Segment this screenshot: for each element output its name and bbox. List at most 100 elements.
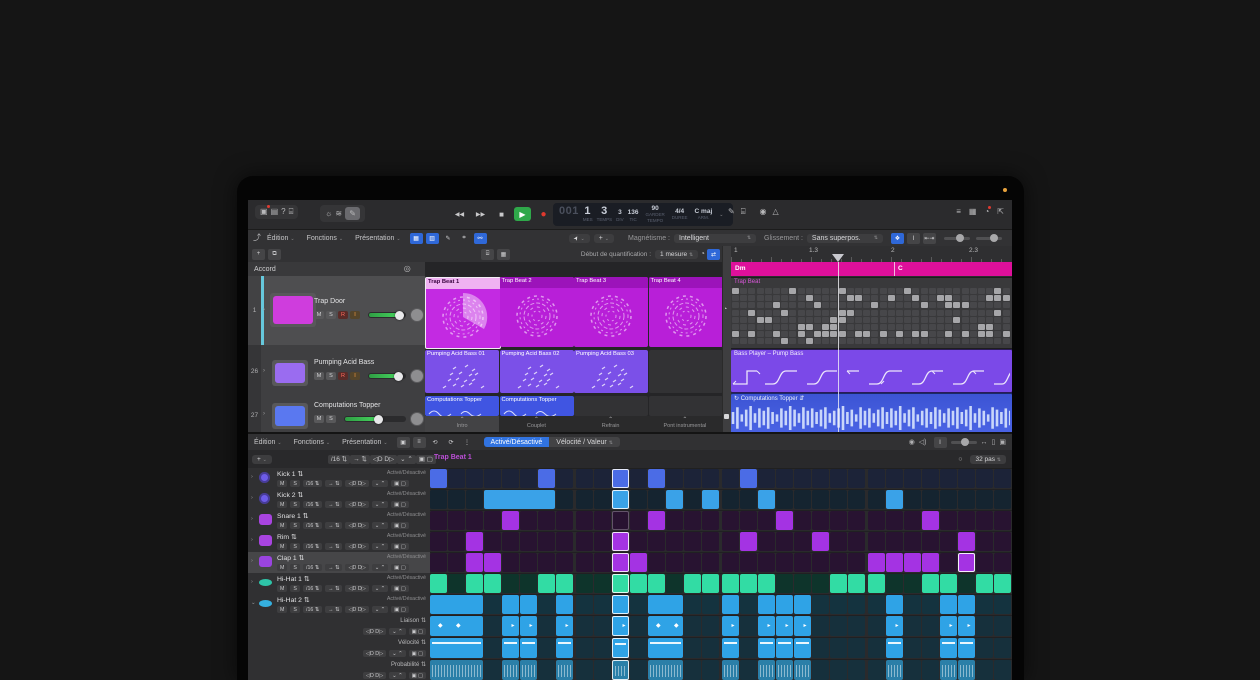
step-cell[interactable] <box>556 660 573 680</box>
step-cell[interactable] <box>520 595 537 614</box>
step-cell[interactable] <box>556 490 573 509</box>
step-cell[interactable] <box>740 595 757 614</box>
vertical-zoom-slider[interactable] <box>944 237 970 240</box>
step-cell[interactable] <box>794 490 811 509</box>
row-octave-chip[interactable]: ⌄ ⌃ <box>372 480 388 487</box>
step-cell[interactable] <box>794 532 811 551</box>
step-cell[interactable] <box>430 490 447 509</box>
loop-cell-3-2[interactable]: Computations Topper <box>500 396 574 416</box>
row-clear-chip[interactable]: ▣ ▢ <box>391 543 408 550</box>
step-cell[interactable]: ▸ <box>612 616 629 636</box>
loop-cell-1-3[interactable]: Trap Beat 3 <box>574 277 648 347</box>
more-options-icon[interactable]: ⋮ <box>461 437 474 448</box>
step-cell[interactable] <box>448 469 465 488</box>
step-cell[interactable] <box>666 469 683 488</box>
step-cell[interactable] <box>868 574 885 593</box>
scene-trigger-4[interactable]: ⌃Pont instrumental <box>648 416 722 432</box>
row-solo-button[interactable]: S <box>290 564 300 571</box>
step-cell[interactable] <box>776 469 793 488</box>
step-cell[interactable] <box>702 511 719 530</box>
step-cell[interactable] <box>776 553 793 572</box>
seq-row-header[interactable]: Probabilité ⇅◁D D▷⌄ ⌃▣ ▢ <box>248 659 430 680</box>
row-octave-chip[interactable]: ⌄ ⌃ <box>372 501 388 508</box>
step-cell[interactable] <box>612 511 629 530</box>
rotate-right-icon[interactable]: ⟳ <box>445 437 458 448</box>
step-cell[interactable] <box>702 490 719 509</box>
forward-button[interactable]: ▶▶ <box>472 207 489 221</box>
loop-cell-2-3[interactable]: Pumping Acid Bass 03 <box>574 350 648 393</box>
step-cell[interactable] <box>976 660 993 680</box>
row-rate-chip[interactable]: /16 ⇅ <box>303 501 322 508</box>
step-cell[interactable] <box>958 574 975 593</box>
step-cell[interactable] <box>648 595 683 614</box>
seq-row-header[interactable]: ›Snare 1 ⇅Activé/DésactivéMS/16 ⇅→ ⇅◁D D… <box>248 510 430 531</box>
step-cell[interactable] <box>430 553 447 572</box>
step-cell[interactable] <box>812 532 829 551</box>
step-cell[interactable] <box>576 660 593 680</box>
step-cell[interactable] <box>466 490 483 509</box>
step-cell[interactable] <box>794 574 811 593</box>
solo-button[interactable]: S <box>326 311 336 319</box>
row-mute-button[interactable]: M <box>277 522 287 529</box>
subrow-control-chip[interactable]: ▣ ▢ <box>409 650 426 657</box>
step-cell[interactable] <box>594 638 611 658</box>
step-cell[interactable] <box>484 595 501 614</box>
step-cell[interactable] <box>886 532 903 551</box>
display-icon[interactable]: ▤ <box>271 207 279 217</box>
step-cell[interactable] <box>904 574 921 593</box>
chord-strip[interactable]: Dm C <box>731 262 1012 276</box>
track-header-2[interactable]: 26›Pumping Acid BassMSRI <box>248 345 425 399</box>
step-cell[interactable]: ▸ <box>940 616 957 636</box>
row-mute-button[interactable]: M <box>277 480 287 487</box>
step-cell[interactable] <box>594 616 611 636</box>
subrow-control-chip[interactable]: ⌄ ⌃ <box>389 628 405 635</box>
scene-trigger-2[interactable]: ⌃Couplet <box>499 416 573 432</box>
row-solo-button[interactable]: S <box>290 543 300 550</box>
row-direction-chip[interactable]: → ⇅ <box>325 522 342 529</box>
row-shift-chip[interactable]: ◁D D▷ <box>345 564 368 571</box>
row-clear-chip[interactable]: ▣ ▢ <box>391 501 408 508</box>
track-disclosure-icon[interactable]: › <box>263 368 265 374</box>
step-cell[interactable] <box>794 595 811 614</box>
step-cell[interactable] <box>794 660 811 680</box>
subrow-control-chip[interactable]: ◁D D▷ <box>363 650 386 657</box>
step-cell[interactable] <box>466 469 483 488</box>
step-cell[interactable] <box>886 638 903 658</box>
step-cell[interactable] <box>556 595 573 614</box>
pan-knob[interactable] <box>410 412 424 426</box>
step-cell[interactable] <box>576 616 593 636</box>
step-cell[interactable] <box>976 553 993 572</box>
step-cell[interactable] <box>758 490 775 509</box>
row-rate-chip[interactable]: /16 ⇅ <box>303 480 322 487</box>
step-cell[interactable] <box>776 660 793 680</box>
step-cell[interactable] <box>958 490 975 509</box>
step-cell[interactable] <box>538 574 555 593</box>
glissement-select[interactable]: Sans superpos. ⇅ <box>807 234 883 243</box>
step-cell[interactable] <box>520 511 537 530</box>
pan-knob[interactable] <box>410 369 424 383</box>
row-disclosure-icon[interactable]: › <box>251 495 253 501</box>
mute-button[interactable]: M <box>314 415 324 423</box>
step-cell[interactable] <box>758 660 775 680</box>
rows-view-button[interactable]: ▥ <box>426 233 439 244</box>
step-cell[interactable] <box>648 511 665 530</box>
step-cell[interactable] <box>520 553 537 572</box>
step-cell[interactable] <box>430 532 447 551</box>
step-cell[interactable] <box>740 469 757 488</box>
step-cell[interactable] <box>940 532 957 551</box>
seq-row-header[interactable]: ›Kick 1 ⇅Activé/DésactivéMS/16 ⇅→ ⇅◁D D▷… <box>248 468 430 489</box>
loop-cell-1-4[interactable]: Trap Beat 4 <box>649 277 723 347</box>
pan-knob[interactable] <box>410 308 424 322</box>
step-cell[interactable] <box>868 616 885 636</box>
step-cell[interactable] <box>648 638 683 658</box>
step-cell[interactable] <box>612 469 629 488</box>
link-mode-button[interactable]: ⚯ <box>474 233 487 244</box>
pointer-tool-select[interactable]: ➤ ⌄ <box>569 234 590 243</box>
step-cell[interactable] <box>848 490 865 509</box>
pattern-browser-icon[interactable]: ▣ <box>397 437 410 448</box>
step-cell[interactable] <box>722 511 739 530</box>
step-cell[interactable] <box>812 660 829 680</box>
step-cell[interactable] <box>576 595 593 614</box>
secondary-tool-select[interactable]: + ⌄ <box>594 234 614 243</box>
step-cell[interactable] <box>976 595 993 614</box>
